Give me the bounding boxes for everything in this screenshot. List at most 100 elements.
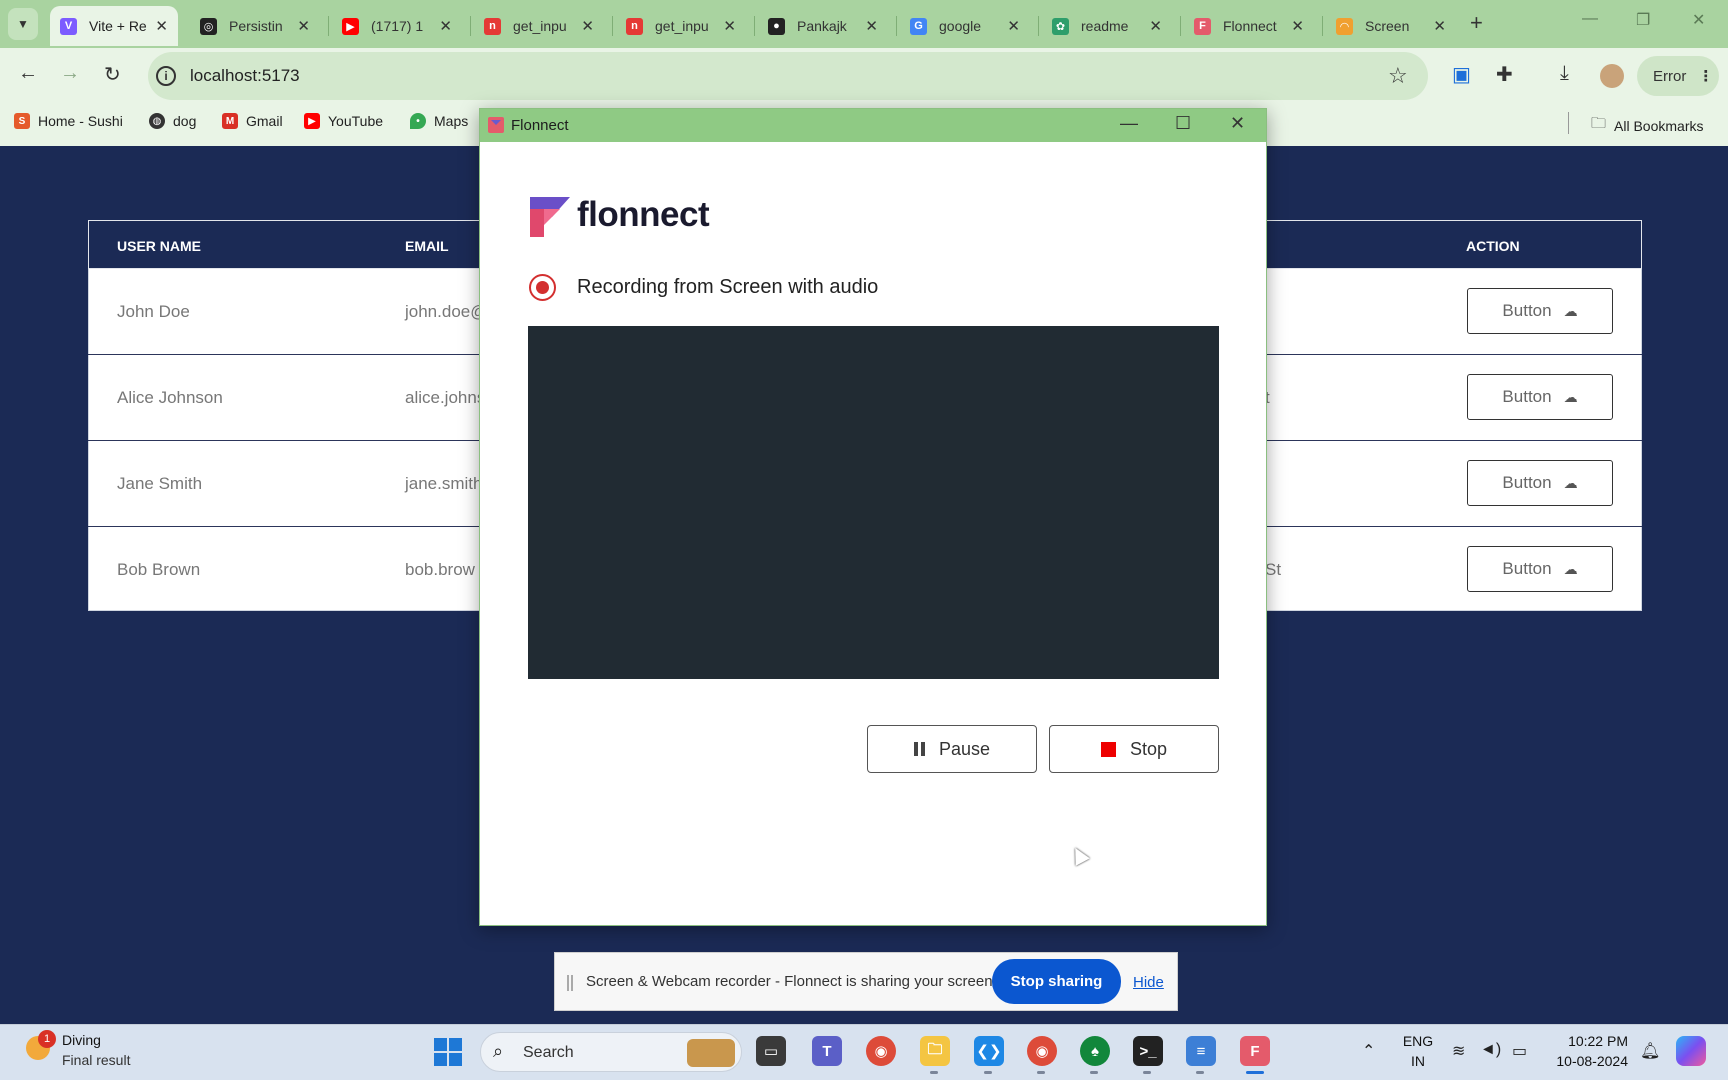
- address-bar[interactable]: [148, 52, 1428, 100]
- stop-sharing-button[interactable]: Stop sharing: [992, 959, 1121, 1004]
- row-action-button[interactable]: Button ☁: [1467, 288, 1613, 334]
- minimize-icon[interactable]: —: [1120, 113, 1138, 134]
- copilot-icon[interactable]: [1676, 1036, 1706, 1066]
- all-bookmarks[interactable]: 🗀 All Bookmarks: [1591, 113, 1703, 138]
- close-icon[interactable]: ✕: [297, 17, 310, 35]
- bookmark-home-sushi[interactable]: S Home - Sushi: [14, 113, 123, 129]
- tab-search-button[interactable]: ▼: [8, 8, 38, 40]
- site-info-icon[interactable]: i: [156, 66, 176, 86]
- reload-icon[interactable]: ↻: [104, 62, 121, 87]
- notepad-icon[interactable]: ≡: [1186, 1036, 1216, 1066]
- widget-title[interactable]: Diving: [62, 1032, 101, 1048]
- wifi-icon[interactable]: ≋: [1452, 1041, 1465, 1061]
- tab-google[interactable]: G google ✕: [900, 6, 1030, 46]
- tab-get-input-2[interactable]: n get_inpu ✕: [616, 6, 746, 46]
- bookmark-youtube[interactable]: ▶ YouTube: [304, 113, 383, 129]
- taskbar-search[interactable]: ⌕ Search: [480, 1032, 742, 1072]
- chrome-profile-icon[interactable]: ◉: [1027, 1036, 1057, 1066]
- vscode-icon[interactable]: ❮❯: [974, 1036, 1004, 1066]
- language-code[interactable]: ENG: [1400, 1033, 1436, 1049]
- flonnect-taskbar-icon[interactable]: F: [1240, 1036, 1270, 1066]
- bookmark-maps[interactable]: • Maps: [410, 113, 468, 129]
- profile-error-button[interactable]: Error ⋮: [1637, 56, 1719, 96]
- tab-separator: [1180, 16, 1181, 36]
- address-url[interactable]: localhost:5173: [190, 66, 300, 86]
- close-icon[interactable]: ✕: [581, 17, 594, 35]
- chrome-icon[interactable]: ◉: [866, 1036, 896, 1066]
- running-indicator: [1196, 1071, 1204, 1074]
- more-menu-icon[interactable]: ⋮: [1698, 67, 1713, 85]
- close-icon[interactable]: ✕: [723, 17, 736, 35]
- chevron-up-icon[interactable]: ⌃: [1362, 1041, 1375, 1061]
- tab-youtube[interactable]: ▶ (1717) 1 ✕: [332, 6, 462, 46]
- notification-bell-icon[interactable]: 🔔︎: [1640, 1041, 1660, 1061]
- n-icon: n: [626, 17, 643, 35]
- close-icon[interactable]: ✕: [1291, 17, 1304, 35]
- recording-preview: [528, 326, 1219, 679]
- tab-title: readme: [1081, 18, 1129, 34]
- volume-icon[interactable]: ◄): [1480, 1041, 1501, 1059]
- hide-link[interactable]: Hide: [1133, 974, 1164, 991]
- forward-icon[interactable]: →: [60, 62, 80, 85]
- row-action-button[interactable]: Button ☁: [1467, 460, 1613, 506]
- close-icon[interactable]: ✕: [155, 17, 168, 35]
- tab-get-input-1[interactable]: n get_inpu ✕: [474, 6, 604, 46]
- task-view-icon[interactable]: ▭: [756, 1036, 786, 1066]
- tab-title: Pankajk: [797, 18, 847, 34]
- search-highlight-image: [687, 1039, 735, 1067]
- cell-email: bob.brow: [405, 560, 475, 579]
- extension-panel-icon[interactable]: ▣: [1452, 62, 1471, 87]
- widget-subtitle[interactable]: Final result: [62, 1052, 130, 1068]
- bookmark-label: YouTube: [328, 113, 384, 129]
- back-icon[interactable]: ←: [18, 62, 38, 85]
- row-action-button[interactable]: Button ☁: [1467, 374, 1613, 420]
- close-icon[interactable]: ✕: [1230, 113, 1245, 134]
- close-window-icon[interactable]: ✕: [1692, 10, 1705, 30]
- bookmark-label: dog: [173, 113, 197, 129]
- running-indicator: [1037, 1071, 1045, 1074]
- mongodb-icon[interactable]: ♠: [1080, 1036, 1110, 1066]
- cell-email: alice.johns: [405, 388, 486, 407]
- tab-readme[interactable]: ✿ readme ✕: [1042, 6, 1172, 46]
- running-indicator: [1143, 1071, 1151, 1074]
- tab-screen[interactable]: ◠ Screen ✕: [1326, 6, 1456, 46]
- download-icon[interactable]: ⤓: [1560, 62, 1569, 85]
- language-region[interactable]: IN: [1400, 1053, 1436, 1069]
- restore-icon[interactable]: ❐: [1636, 10, 1650, 30]
- battery-icon[interactable]: ▭: [1512, 1041, 1527, 1061]
- pause-button[interactable]: Pause: [867, 725, 1037, 773]
- flonnect-titlebar[interactable]: [480, 109, 1266, 142]
- windows-start-icon[interactable]: [434, 1038, 462, 1066]
- close-icon[interactable]: ✕: [1433, 17, 1446, 35]
- drag-handle-icon[interactable]: [567, 975, 573, 991]
- bookmark-label: Home - Sushi: [38, 113, 123, 129]
- stop-button[interactable]: Stop: [1049, 725, 1219, 773]
- tab-flonnect[interactable]: F Flonnect ✕: [1184, 6, 1314, 46]
- clock-time[interactable]: 10:22 PM: [1548, 1033, 1628, 1049]
- button-label: Button: [1502, 387, 1552, 406]
- profile-avatar[interactable]: [1600, 64, 1624, 88]
- youtube-icon: ▶: [342, 17, 359, 35]
- close-icon[interactable]: ✕: [865, 17, 878, 35]
- file-explorer-icon[interactable]: 🗀: [920, 1036, 950, 1066]
- tab-vite[interactable]: V Vite + Re ✕: [50, 6, 178, 46]
- maximize-icon[interactable]: ☐: [1175, 113, 1191, 134]
- bookmark-star-icon[interactable]: ☆: [1388, 63, 1408, 89]
- tab-title: google: [939, 18, 982, 34]
- new-tab-icon[interactable]: +: [1470, 10, 1483, 36]
- teams-icon[interactable]: T: [812, 1036, 842, 1066]
- row-action-button[interactable]: Button ☁: [1467, 546, 1613, 592]
- tab-github[interactable]: ● Pankajk ✕: [758, 6, 888, 46]
- button-label: Button: [1502, 559, 1552, 578]
- google-icon: G: [910, 17, 927, 35]
- close-icon[interactable]: ✕: [1007, 17, 1020, 35]
- bookmark-dog[interactable]: ◍ dog: [149, 113, 196, 129]
- extensions-puzzle-icon[interactable]: ✚: [1496, 62, 1513, 87]
- minimize-icon[interactable]: —: [1582, 10, 1598, 28]
- close-icon[interactable]: ✕: [1149, 17, 1162, 35]
- clock-date[interactable]: 10-08-2024: [1548, 1053, 1628, 1069]
- close-icon[interactable]: ✕: [439, 17, 452, 35]
- tab-persisting[interactable]: ◎ Persistin ✕: [190, 6, 320, 46]
- bookmark-gmail[interactable]: M Gmail: [222, 113, 283, 129]
- terminal-icon[interactable]: >_: [1133, 1036, 1163, 1066]
